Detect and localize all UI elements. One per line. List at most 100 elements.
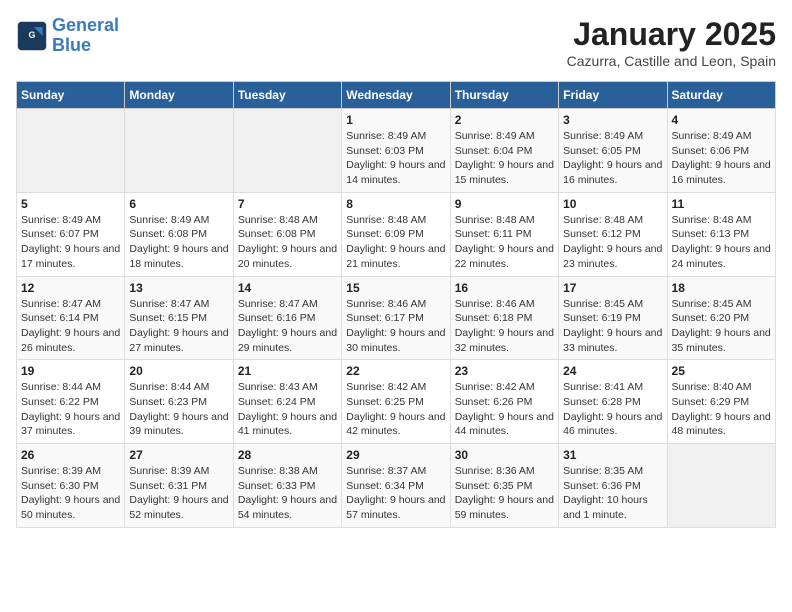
- calendar-cell: 2 Sunrise: 8:49 AMSunset: 6:04 PMDaylight…: [450, 109, 558, 193]
- calendar-cell: 29 Sunrise: 8:37 AMSunset: 6:34 PMDayligh…: [342, 444, 450, 528]
- weekday-thursday: Thursday: [450, 82, 558, 109]
- day-info: Sunrise: 8:49 AMSunset: 6:07 PMDaylight:…: [21, 213, 120, 272]
- day-number: 26: [21, 448, 120, 462]
- calendar-cell: 8 Sunrise: 8:48 AMSunset: 6:09 PMDaylight…: [342, 192, 450, 276]
- calendar-cell: [17, 109, 125, 193]
- day-info: Sunrise: 8:35 AMSunset: 6:36 PMDaylight:…: [563, 464, 662, 523]
- day-number: 16: [455, 281, 554, 295]
- location-subtitle: Cazurra, Castille and Leon, Spain: [567, 53, 776, 69]
- calendar-week-4: 19 Sunrise: 8:44 AMSunset: 6:22 PMDayligh…: [17, 360, 776, 444]
- day-info: Sunrise: 8:39 AMSunset: 6:30 PMDaylight:…: [21, 464, 120, 523]
- calendar-cell: 13 Sunrise: 8:47 AMSunset: 6:15 PMDayligh…: [125, 276, 233, 360]
- day-number: 22: [346, 364, 445, 378]
- day-info: Sunrise: 8:45 AMSunset: 6:20 PMDaylight:…: [672, 297, 771, 356]
- day-number: 1: [346, 113, 445, 127]
- day-number: 8: [346, 197, 445, 211]
- calendar-cell: 17 Sunrise: 8:45 AMSunset: 6:19 PMDayligh…: [559, 276, 667, 360]
- day-info: Sunrise: 8:49 AMSunset: 6:03 PMDaylight:…: [346, 129, 445, 188]
- calendar-week-1: 1 Sunrise: 8:49 AMSunset: 6:03 PMDaylight…: [17, 109, 776, 193]
- day-number: 18: [672, 281, 771, 295]
- day-number: 15: [346, 281, 445, 295]
- logo-icon: G: [16, 20, 48, 52]
- calendar-week-5: 26 Sunrise: 8:39 AMSunset: 6:30 PMDayligh…: [17, 444, 776, 528]
- day-info: Sunrise: 8:47 AMSunset: 6:16 PMDaylight:…: [238, 297, 337, 356]
- calendar-cell: 6 Sunrise: 8:49 AMSunset: 6:08 PMDaylight…: [125, 192, 233, 276]
- calendar-cell: 20 Sunrise: 8:44 AMSunset: 6:23 PMDayligh…: [125, 360, 233, 444]
- day-number: 3: [563, 113, 662, 127]
- day-number: 20: [129, 364, 228, 378]
- day-info: Sunrise: 8:48 AMSunset: 6:09 PMDaylight:…: [346, 213, 445, 272]
- svg-text:G: G: [29, 30, 36, 40]
- calendar-cell: 28 Sunrise: 8:38 AMSunset: 6:33 PMDayligh…: [233, 444, 341, 528]
- day-number: 17: [563, 281, 662, 295]
- logo: G General Blue: [16, 16, 119, 56]
- logo-general: General: [52, 15, 119, 35]
- day-number: 6: [129, 197, 228, 211]
- calendar-cell: [233, 109, 341, 193]
- day-number: 19: [21, 364, 120, 378]
- day-number: 31: [563, 448, 662, 462]
- calendar-cell: 14Sunrise: 8:47 AMSunset: 6:16 PMDayligh…: [233, 276, 341, 360]
- day-info: Sunrise: 8:46 AMSunset: 6:18 PMDaylight:…: [455, 297, 554, 356]
- calendar-cell: 19 Sunrise: 8:44 AMSunset: 6:22 PMDayligh…: [17, 360, 125, 444]
- calendar-cell: 22 Sunrise: 8:42 AMSunset: 6:25 PMDayligh…: [342, 360, 450, 444]
- calendar-cell: 16 Sunrise: 8:46 AMSunset: 6:18 PMDayligh…: [450, 276, 558, 360]
- day-info: Sunrise: 8:44 AMSunset: 6:22 PMDaylight:…: [21, 380, 120, 439]
- day-number: 5: [21, 197, 120, 211]
- day-info: Sunrise: 8:49 AMSunset: 6:06 PMDaylight:…: [672, 129, 771, 188]
- calendar-body: 1 Sunrise: 8:49 AMSunset: 6:03 PMDaylight…: [17, 109, 776, 528]
- day-info: Sunrise: 8:49 AMSunset: 6:08 PMDaylight:…: [129, 213, 228, 272]
- day-number: 12: [21, 281, 120, 295]
- calendar-cell: 7 Sunrise: 8:48 AMSunset: 6:08 PMDaylight…: [233, 192, 341, 276]
- calendar-cell: 10Sunrise: 8:48 AMSunset: 6:12 PMDayligh…: [559, 192, 667, 276]
- day-number: 29: [346, 448, 445, 462]
- day-info: Sunrise: 8:48 AMSunset: 6:08 PMDaylight:…: [238, 213, 337, 272]
- day-info: Sunrise: 8:49 AMSunset: 6:04 PMDaylight:…: [455, 129, 554, 188]
- day-info: Sunrise: 8:39 AMSunset: 6:31 PMDaylight:…: [129, 464, 228, 523]
- weekday-sunday: Sunday: [17, 82, 125, 109]
- day-number: 2: [455, 113, 554, 127]
- day-info: Sunrise: 8:42 AMSunset: 6:25 PMDaylight:…: [346, 380, 445, 439]
- day-number: 21: [238, 364, 337, 378]
- day-number: 30: [455, 448, 554, 462]
- calendar-cell: 25Sunrise: 8:40 AMSunset: 6:29 PMDayligh…: [667, 360, 775, 444]
- weekday-wednesday: Wednesday: [342, 82, 450, 109]
- calendar-cell: [125, 109, 233, 193]
- day-info: Sunrise: 8:41 AMSunset: 6:28 PMDaylight:…: [563, 380, 662, 439]
- day-number: 13: [129, 281, 228, 295]
- day-info: Sunrise: 8:38 AMSunset: 6:33 PMDaylight:…: [238, 464, 337, 523]
- calendar-cell: 15 Sunrise: 8:46 AMSunset: 6:17 PMDayligh…: [342, 276, 450, 360]
- day-number: 24: [563, 364, 662, 378]
- day-info: Sunrise: 8:46 AMSunset: 6:17 PMDaylight:…: [346, 297, 445, 356]
- day-info: Sunrise: 8:42 AMSunset: 6:26 PMDaylight:…: [455, 380, 554, 439]
- calendar-cell: 11Sunrise: 8:48 AMSunset: 6:13 PMDayligh…: [667, 192, 775, 276]
- calendar-cell: 27Sunrise: 8:39 AMSunset: 6:31 PMDayligh…: [125, 444, 233, 528]
- calendar-cell: 3 Sunrise: 8:49 AMSunset: 6:05 PMDaylight…: [559, 109, 667, 193]
- calendar-cell: 5 Sunrise: 8:49 AMSunset: 6:07 PMDaylight…: [17, 192, 125, 276]
- day-info: Sunrise: 8:37 AMSunset: 6:34 PMDaylight:…: [346, 464, 445, 523]
- day-number: 10: [563, 197, 662, 211]
- weekday-friday: Friday: [559, 82, 667, 109]
- weekday-monday: Monday: [125, 82, 233, 109]
- day-number: 9: [455, 197, 554, 211]
- day-info: Sunrise: 8:48 AMSunset: 6:11 PMDaylight:…: [455, 213, 554, 272]
- calendar-cell: 1 Sunrise: 8:49 AMSunset: 6:03 PMDaylight…: [342, 109, 450, 193]
- day-info: Sunrise: 8:49 AMSunset: 6:05 PMDaylight:…: [563, 129, 662, 188]
- weekday-saturday: Saturday: [667, 82, 775, 109]
- day-number: 28: [238, 448, 337, 462]
- calendar-cell: 18 Sunrise: 8:45 AMSunset: 6:20 PMDayligh…: [667, 276, 775, 360]
- day-info: Sunrise: 8:43 AMSunset: 6:24 PMDaylight:…: [238, 380, 337, 439]
- day-number: 11: [672, 197, 771, 211]
- calendar-cell: 31 Sunrise: 8:35 AMSunset: 6:36 PMDayligh…: [559, 444, 667, 528]
- day-info: Sunrise: 8:47 AMSunset: 6:15 PMDaylight:…: [129, 297, 228, 356]
- day-info: Sunrise: 8:45 AMSunset: 6:19 PMDaylight:…: [563, 297, 662, 356]
- calendar-week-2: 5 Sunrise: 8:49 AMSunset: 6:07 PMDaylight…: [17, 192, 776, 276]
- day-number: 7: [238, 197, 337, 211]
- weekday-header-row: SundayMondayTuesdayWednesdayThursdayFrid…: [17, 82, 776, 109]
- day-info: Sunrise: 8:47 AMSunset: 6:14 PMDaylight:…: [21, 297, 120, 356]
- day-info: Sunrise: 8:44 AMSunset: 6:23 PMDaylight:…: [129, 380, 228, 439]
- logo-blue: Blue: [52, 35, 91, 55]
- month-title: January 2025: [567, 16, 776, 53]
- day-number: 23: [455, 364, 554, 378]
- day-number: 25: [672, 364, 771, 378]
